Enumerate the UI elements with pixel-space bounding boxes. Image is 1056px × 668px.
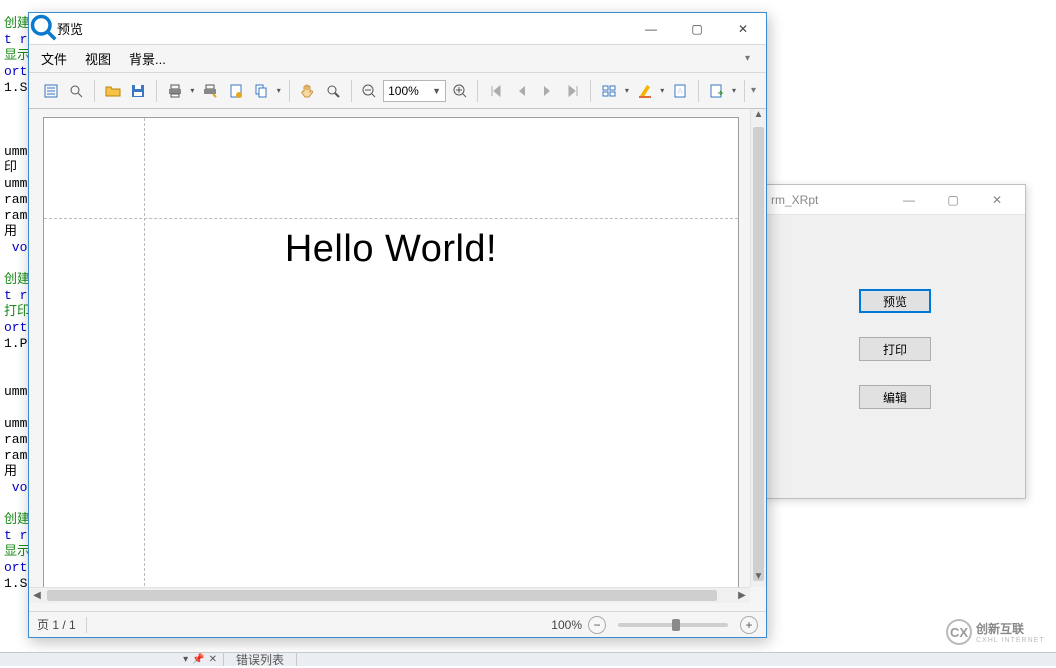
secondary-window-title: rm_XRpt: [771, 193, 887, 207]
preview-window: 预览 ― ▢ ✕ 文件 视图 背景... ▾ ▾ ▾ 100% ▼: [28, 12, 767, 638]
menu-view[interactable]: 视图: [85, 49, 111, 68]
page-indicator: 页 1 / 1: [37, 616, 76, 633]
chevron-down-icon: ▼: [432, 86, 441, 96]
close-button[interactable]: ✕: [720, 13, 766, 45]
toolbar: ▾ ▾ 100% ▼ ▾ ▾ A ▾ ▾: [29, 73, 766, 109]
preview-button[interactable]: 预览: [859, 289, 931, 313]
report-page[interactable]: Hello World!: [43, 117, 739, 597]
scroll-thumb[interactable]: [47, 590, 717, 601]
error-list-tab[interactable]: 错误列表: [224, 653, 297, 666]
scroll-thumb[interactable]: [753, 127, 764, 581]
file-list-icon[interactable]: [39, 79, 63, 103]
zoom-percent: 100%: [551, 618, 582, 632]
next-page-icon[interactable]: [535, 79, 559, 103]
preview-window-title: 预览: [57, 19, 628, 38]
export-icon[interactable]: [705, 79, 729, 103]
scale-dropdown[interactable]: ▾: [275, 86, 283, 95]
scale-icon[interactable]: [249, 79, 273, 103]
preview-titlebar[interactable]: 预览 ― ▢ ✕: [29, 13, 766, 45]
hand-tool-icon[interactable]: [296, 79, 320, 103]
chevron-down-icon[interactable]: ▾: [183, 654, 188, 665]
secondary-titlebar[interactable]: rm_XRpt ― ▢ ✕: [765, 185, 1025, 215]
ide-bottom-tabstrip: ▾ 📌 ✕ 错误列表: [0, 652, 1056, 666]
svg-text:A: A: [677, 87, 683, 96]
document-viewport: Hello World! ▲ ▼ ◀ ▶: [29, 109, 766, 611]
multipage-dropdown[interactable]: ▾: [623, 86, 631, 95]
save-icon[interactable]: [126, 79, 150, 103]
print-dropdown[interactable]: ▾: [188, 86, 196, 95]
quick-print-icon[interactable]: [198, 79, 222, 103]
zoom-out-icon[interactable]: [358, 79, 382, 103]
print-button[interactable]: 打印: [859, 337, 931, 361]
pin-icon[interactable]: 📌: [192, 654, 204, 665]
first-page-icon[interactable]: [484, 79, 508, 103]
minimize-button[interactable]: ―: [887, 193, 931, 207]
brand-mark: CX: [946, 619, 972, 645]
horizontal-scrollbar[interactable]: ◀ ▶: [29, 587, 750, 603]
zoom-combobox[interactable]: 100% ▼: [383, 80, 446, 102]
find-icon[interactable]: [65, 79, 89, 103]
maximize-button[interactable]: ▢: [674, 13, 720, 45]
brand-text: 创新互联: [976, 620, 1045, 637]
preview-app-icon: [29, 13, 57, 44]
scroll-right-icon[interactable]: ▶: [734, 588, 750, 603]
close-button[interactable]: ✕: [975, 193, 1019, 207]
export-dropdown[interactable]: ▾: [730, 86, 738, 95]
zoom-out-button[interactable]: −: [588, 616, 606, 634]
edit-button[interactable]: 编辑: [859, 385, 931, 409]
maximize-button[interactable]: ▢: [931, 193, 975, 207]
minimize-button[interactable]: ―: [628, 13, 674, 45]
vertical-scrollbar[interactable]: ▲ ▼: [750, 109, 766, 587]
menu-file[interactable]: 文件: [41, 49, 67, 68]
last-page-icon[interactable]: [561, 79, 585, 103]
close-icon[interactable]: ✕: [209, 654, 217, 665]
toolbar-overflow-icon[interactable]: ▾: [751, 85, 756, 96]
report-text: Hello World!: [44, 228, 738, 271]
print-icon[interactable]: [163, 79, 187, 103]
color-icon[interactable]: [633, 79, 657, 103]
form-xrpt-window: rm_XRpt ― ▢ ✕ 预览 打印 编辑: [764, 184, 1026, 499]
zoom-value: 100%: [388, 84, 419, 98]
zoom-in-icon[interactable]: [448, 79, 472, 103]
scroll-left-icon[interactable]: ◀: [29, 588, 45, 603]
menubar: 文件 视图 背景... ▾: [29, 45, 766, 73]
scroll-up-icon[interactable]: ▲: [751, 109, 766, 125]
zoom-slider-knob[interactable]: [672, 619, 680, 631]
watermark-icon[interactable]: A: [668, 79, 692, 103]
brand-watermark: CX 创新互联 CXHL INTERNET: [946, 618, 1048, 646]
zoom-slider[interactable]: [618, 623, 728, 627]
multipage-icon[interactable]: [597, 79, 621, 103]
magnifier-icon[interactable]: [321, 79, 345, 103]
page-setup-icon[interactable]: [224, 79, 248, 103]
menu-background[interactable]: 背景...: [129, 49, 166, 68]
statusbar: 页 1 / 1 100% − +: [29, 611, 766, 637]
toolbar-overflow-icon[interactable]: ▾: [745, 53, 754, 64]
open-icon[interactable]: [101, 79, 125, 103]
prev-page-icon[interactable]: [510, 79, 534, 103]
zoom-in-button[interactable]: +: [740, 616, 758, 634]
color-dropdown[interactable]: ▾: [658, 86, 666, 95]
scroll-down-icon[interactable]: ▼: [751, 571, 766, 587]
